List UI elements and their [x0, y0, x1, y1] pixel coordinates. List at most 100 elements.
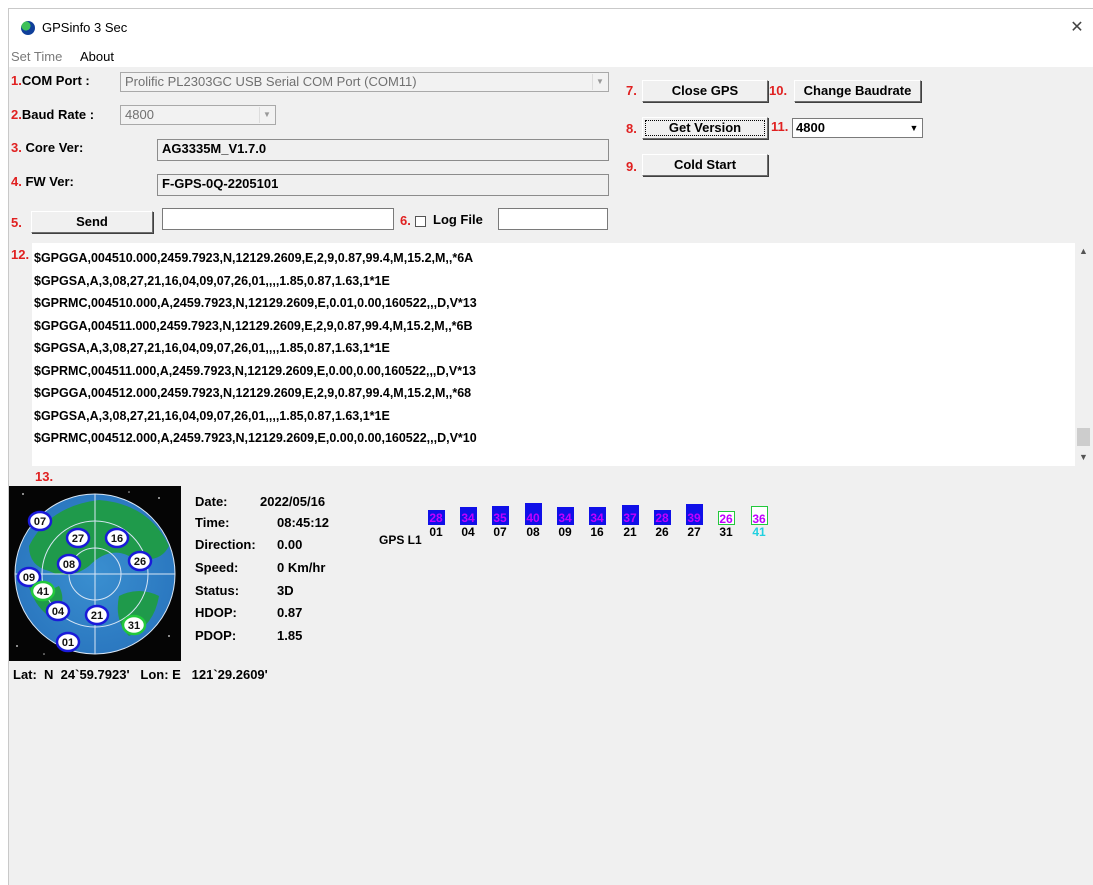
- chevron-down-icon: ▼: [259, 107, 274, 123]
- satellite-prn: 07: [34, 516, 46, 528]
- satellite-prn: 41: [37, 586, 49, 598]
- snr-column-27: 39 27: [682, 503, 706, 539]
- app-window: GPSinfo 3 Sec ✕ Set Time About 1.COM Por…: [8, 8, 1093, 885]
- snr-prn-label: 01: [429, 524, 443, 539]
- nmea-log-line: $GPRMC,004510.000,A,2459.7923,N,12129.26…: [34, 296, 477, 310]
- snr-column-16: 34 16: [585, 506, 609, 539]
- snr-prn-label: 07: [493, 524, 507, 539]
- sky-satellite-08: 08: [56, 553, 82, 575]
- date-label: Date:: [195, 494, 228, 509]
- satellite-prn: 16: [111, 533, 123, 545]
- nmea-log-line: $GPGGA,004510.000,2459.7923,N,12129.2609…: [34, 251, 474, 265]
- sky-satellite-31: 31: [121, 614, 147, 636]
- snr-bar: 26: [717, 511, 735, 526]
- satellite-prn: 26: [134, 556, 146, 568]
- snr-prn-label: 04: [461, 524, 475, 539]
- cold-start-button[interactable]: Cold Start: [642, 154, 768, 176]
- sky-satellite-01: 01: [55, 631, 81, 653]
- log-file-number: 6.: [400, 213, 411, 228]
- snr-column-21: 37 21: [618, 504, 642, 539]
- satellite-prn: 21: [91, 610, 103, 622]
- close-icon[interactable]: ✕: [1064, 15, 1090, 41]
- close-gps-number: 7.: [626, 83, 637, 98]
- nmea-log-line: $GPRMC,004511.000,A,2459.7923,N,12129.26…: [34, 363, 476, 378]
- scroll-thumb[interactable]: [1077, 428, 1090, 446]
- snr-column-09: 34 09: [553, 506, 577, 539]
- core-ver-label: 3. Core Ver:: [11, 140, 84, 155]
- status-number: 13.: [35, 469, 54, 484]
- baud-rate-label: 2.Baud Rate :: [11, 107, 95, 122]
- scroll-up-icon[interactable]: ▲: [1075, 243, 1092, 260]
- direction-value: 0.00: [277, 537, 303, 552]
- scroll-down-icon[interactable]: ▼: [1075, 449, 1092, 466]
- snr-bar: 34: [459, 506, 477, 525]
- chevron-down-icon: ▼: [909, 123, 919, 133]
- sky-satellite-26: 26: [127, 550, 153, 572]
- com-port-select[interactable]: Prolific PL2303GC USB Serial COM Port (C…: [120, 72, 609, 92]
- menu-about[interactable]: About: [80, 49, 114, 64]
- speed-label: Speed:: [195, 560, 239, 575]
- status-label: Status:: [195, 583, 240, 598]
- send-button[interactable]: Send: [31, 211, 153, 233]
- menu-set-time[interactable]: Set Time: [11, 49, 62, 64]
- log-file-checkbox[interactable]: [415, 216, 426, 227]
- snr-bar: 28: [427, 509, 445, 525]
- fw-ver-label: 4. FW Ver:: [11, 174, 74, 189]
- snr-prn-label: 31: [719, 525, 733, 539]
- snr-column-01: 28 01: [424, 509, 448, 539]
- change-baudrate-button[interactable]: Change Baudrate: [794, 80, 921, 102]
- snr-prn-label: 09: [558, 524, 572, 539]
- pdop-value: 1.85: [277, 628, 303, 643]
- nmea-log-line: $GPGSA,A,3,08,27,21,16,04,09,07,26,01,,,…: [34, 408, 390, 423]
- sky-satellite-07: 07: [27, 510, 53, 532]
- direction-label: Direction:: [195, 537, 256, 552]
- sky-view: 07 27 16 08 26 094104 21 31 01: [9, 486, 181, 661]
- snr-prn-label: 41: [752, 525, 766, 539]
- pdop-label: PDOP:: [195, 628, 237, 643]
- snr-bar: 39: [685, 503, 703, 525]
- satellite-prn: 31: [128, 620, 140, 632]
- snr-bar: 40: [524, 503, 542, 525]
- log-scrollbar[interactable]: ▲ ▼: [1075, 243, 1092, 466]
- date-value: 2022/05/16: [260, 494, 326, 509]
- gps-l1-label: GPS L1: [379, 533, 422, 547]
- snr-bar: 37: [621, 504, 639, 525]
- lat-lon-readout: Lat: N 24`59.7923' Lon: E 121`29.2609': [13, 667, 268, 682]
- get-version-number: 8.: [626, 121, 637, 136]
- speed-value: 0 Km/hr: [277, 560, 326, 575]
- satellite-prn: 08: [63, 559, 75, 571]
- snr-bar: 34: [588, 506, 606, 525]
- snr-prn-label: 16: [590, 524, 604, 539]
- snr-column-26: 28 26: [650, 509, 674, 539]
- nmea-log[interactable]: $GPGGA,004510.000,2459.7923,N,12129.2609…: [32, 243, 1092, 466]
- hdop-label: HDOP:: [195, 605, 237, 620]
- time-value: 08:45:12: [277, 515, 330, 530]
- snr-bar: 35: [491, 506, 509, 525]
- sky-satellite-41: 41: [30, 580, 56, 602]
- snr-column-41: 36 41: [747, 505, 771, 539]
- change-baud-select[interactable]: 4800 ▼: [792, 118, 923, 138]
- fix-status-value: 3D: [277, 583, 294, 598]
- send-number: 5.: [11, 215, 22, 230]
- core-ver-value: AG3335M_V1.7.0: [157, 139, 609, 161]
- snr-prn-label: 26: [655, 524, 669, 539]
- cold-start-number: 9.: [626, 159, 637, 174]
- fw-ver-value: F-GPS-0Q-2205101: [157, 174, 609, 196]
- satellite-prn: 04: [52, 606, 65, 618]
- sky-satellite-27: 27: [65, 527, 91, 549]
- window-title: GPSinfo 3 Sec: [42, 20, 128, 35]
- send-input[interactable]: [162, 208, 394, 230]
- log-file-input[interactable]: [498, 208, 608, 230]
- snr-column-07: 35 07: [488, 506, 512, 539]
- snr-bar: 28: [653, 509, 671, 525]
- sky-satellite-16: 16: [104, 527, 130, 549]
- satellite-prn: 09: [23, 572, 35, 584]
- sky-satellite-21: 21: [84, 604, 110, 626]
- hdop-value: 0.87: [277, 605, 303, 620]
- baud-rate-select[interactable]: 4800 ▼: [120, 105, 276, 125]
- snr-column-08: 40 08: [521, 503, 545, 539]
- globe-icon: [21, 21, 35, 35]
- snr-prn-label: 08: [526, 524, 540, 539]
- get-version-button[interactable]: Get Version: [642, 117, 768, 139]
- close-gps-button[interactable]: Close GPS: [642, 80, 768, 102]
